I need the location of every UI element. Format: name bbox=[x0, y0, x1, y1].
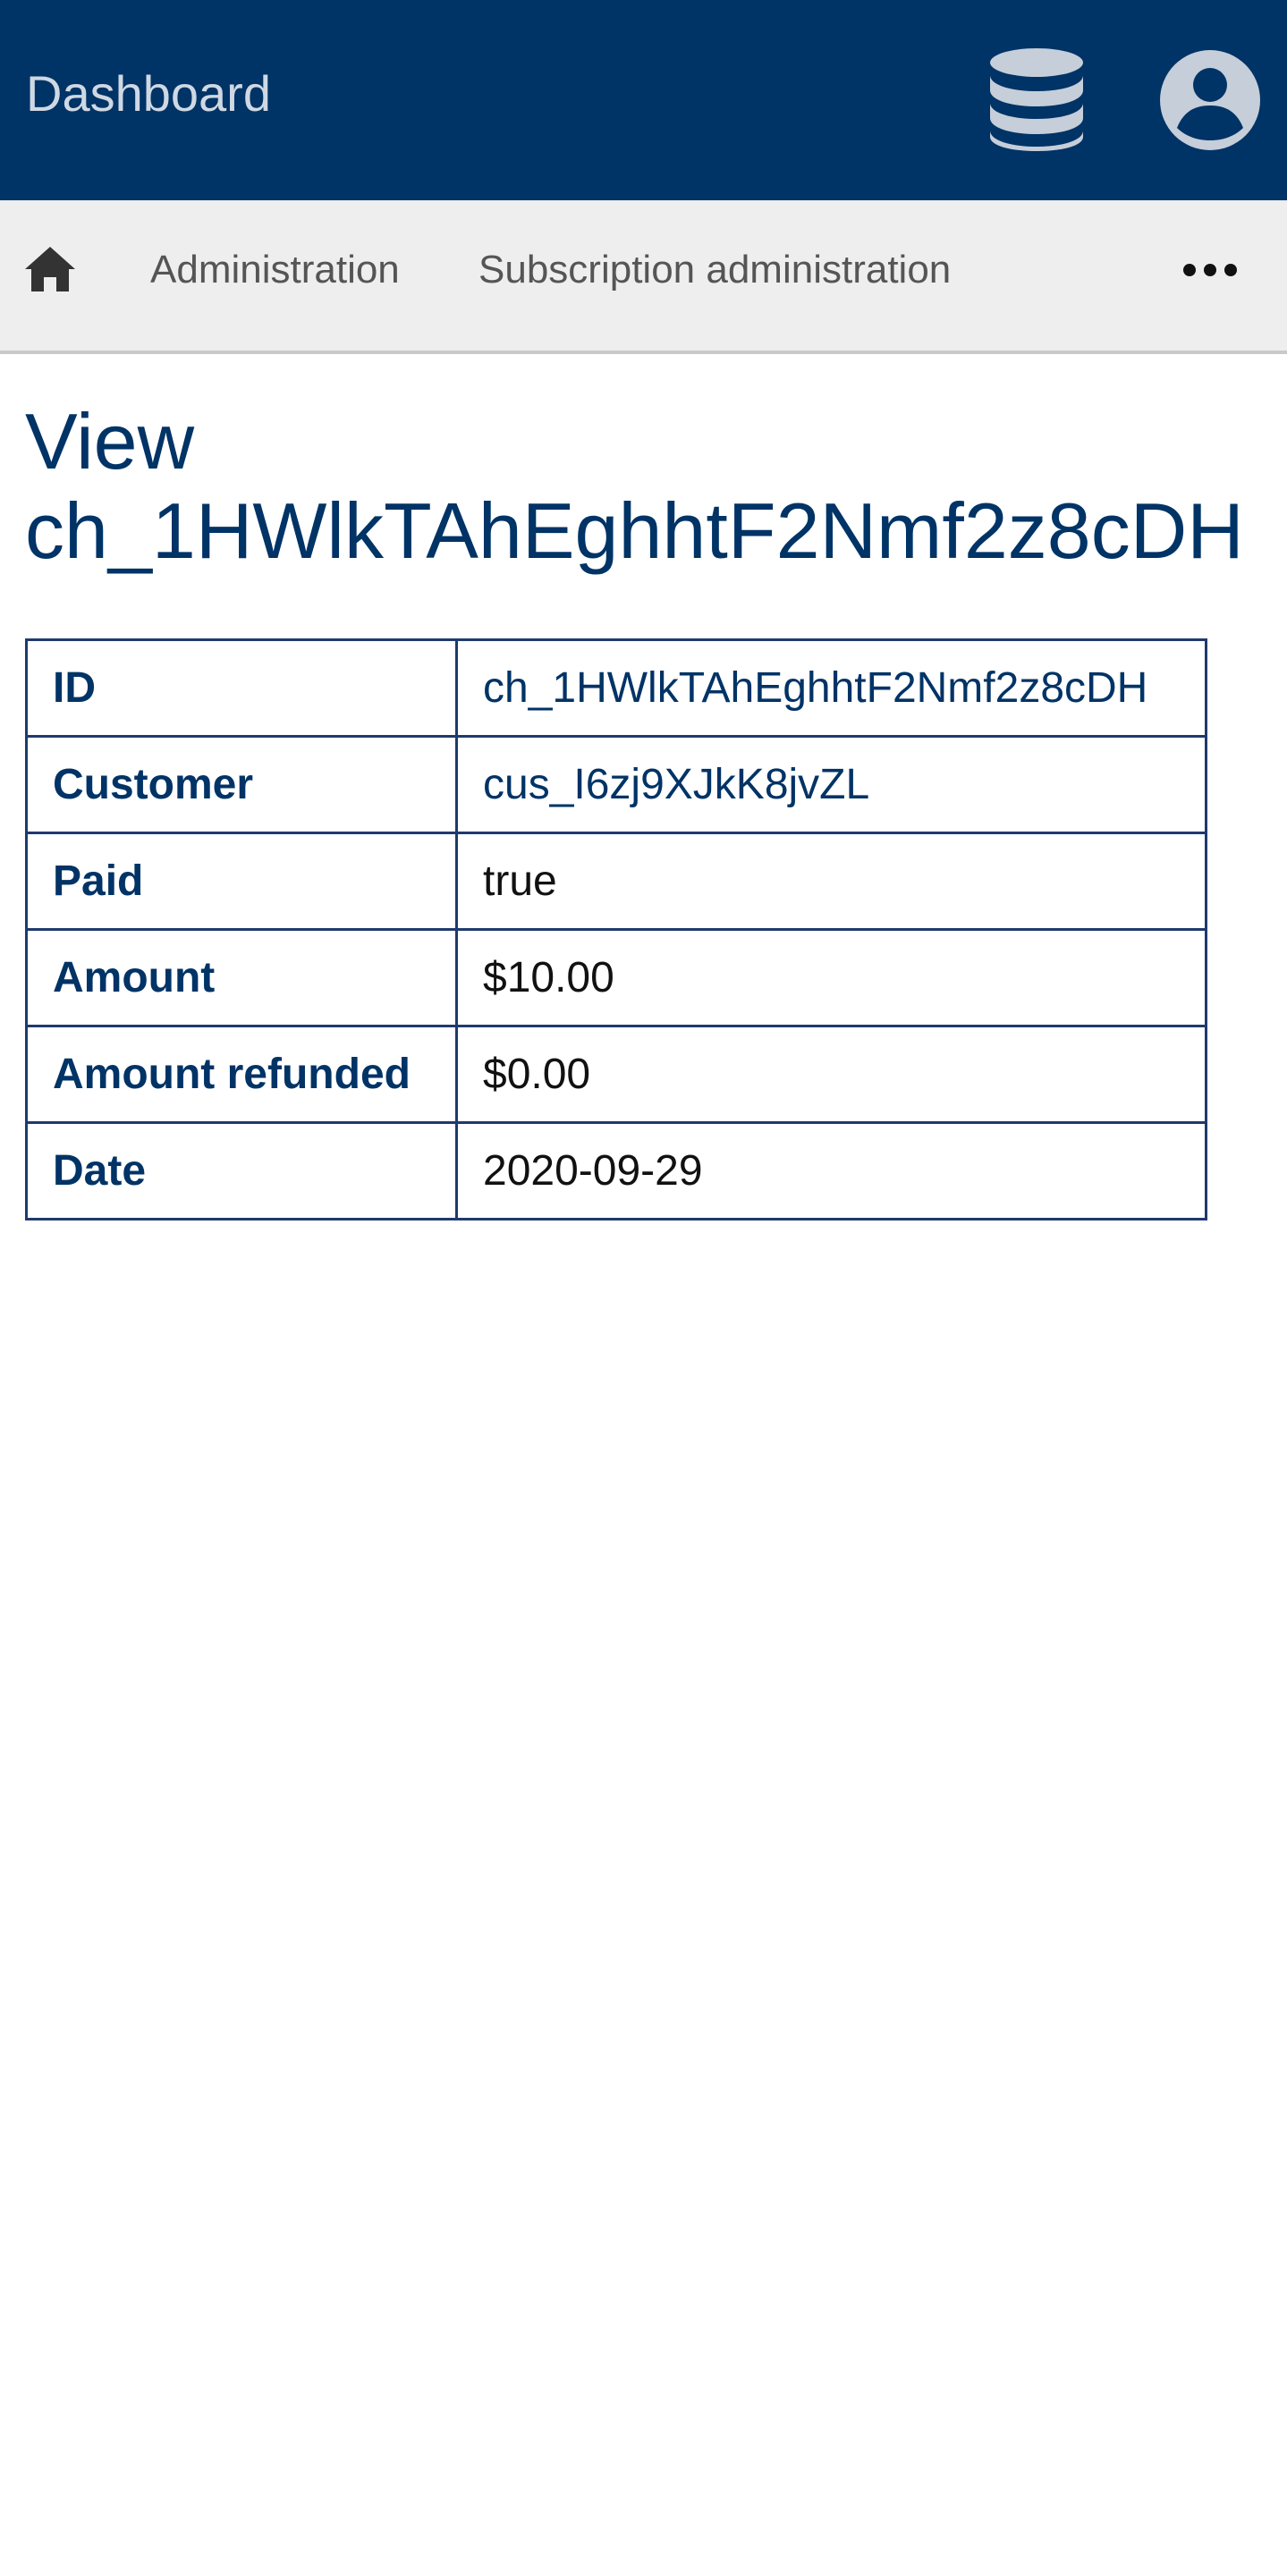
row-value-customer: cus_I6zj9XJkK8jvZL bbox=[455, 735, 1207, 834]
page-title-id: ch_1HWlkTAhEghhtF2Nmf2z8cDH bbox=[25, 486, 1244, 575]
charge-details-table: ID ch_1HWlkTAhEghhtF2Nmf2z8cDH Customer … bbox=[25, 638, 1207, 1220]
ellipsis-icon[interactable] bbox=[1181, 258, 1239, 283]
row-label-id: ID bbox=[25, 638, 458, 738]
row-value-date: 2020-09-29 bbox=[455, 1121, 1207, 1220]
nav-link-subscription-administration[interactable]: Subscription administration bbox=[478, 245, 951, 295]
table-row: ID ch_1HWlkTAhEghhtF2Nmf2z8cDH bbox=[25, 638, 1207, 738]
table-row: Paid true bbox=[25, 832, 1207, 931]
database-icon[interactable] bbox=[989, 47, 1084, 151]
row-value-amount: $10.00 bbox=[455, 928, 1207, 1027]
home-icon[interactable] bbox=[24, 245, 76, 293]
row-value-amount-refunded: $0.00 bbox=[455, 1025, 1207, 1124]
table-row: Date 2020-09-29 bbox=[25, 1121, 1207, 1220]
dashboard-link[interactable]: Dashboard bbox=[26, 65, 271, 122]
row-label-amount-refunded: Amount refunded bbox=[25, 1025, 458, 1124]
table-row: Customer cus_I6zj9XJkK8jvZL bbox=[25, 735, 1207, 834]
top-header: Dashboard bbox=[0, 0, 1287, 200]
row-label-customer: Customer bbox=[25, 735, 458, 834]
breadcrumb-nav: Administration Subscription administrati… bbox=[0, 200, 1287, 354]
row-label-paid: Paid bbox=[25, 832, 458, 931]
row-value-id: ch_1HWlkTAhEghhtF2Nmf2z8cDH bbox=[455, 638, 1207, 738]
row-label-date: Date bbox=[25, 1121, 458, 1220]
customer-link[interactable]: cus_I6zj9XJkK8jvZL bbox=[483, 761, 869, 808]
charge-id-link[interactable]: ch_1HWlkTAhEghhtF2Nmf2z8cDH bbox=[483, 664, 1147, 712]
table-row: Amount refunded $0.00 bbox=[25, 1025, 1207, 1124]
page-title: View ch_1HWlkTAhEghhtF2Nmf2z8cDH bbox=[25, 397, 1277, 576]
row-label-amount: Amount bbox=[25, 928, 458, 1027]
nav-link-administration[interactable]: Administration bbox=[150, 245, 400, 295]
row-value-paid: true bbox=[455, 832, 1207, 931]
user-circle-icon[interactable] bbox=[1159, 49, 1261, 151]
table-row: Amount $10.00 bbox=[25, 928, 1207, 1027]
page-title-prefix: View bbox=[25, 397, 195, 486]
